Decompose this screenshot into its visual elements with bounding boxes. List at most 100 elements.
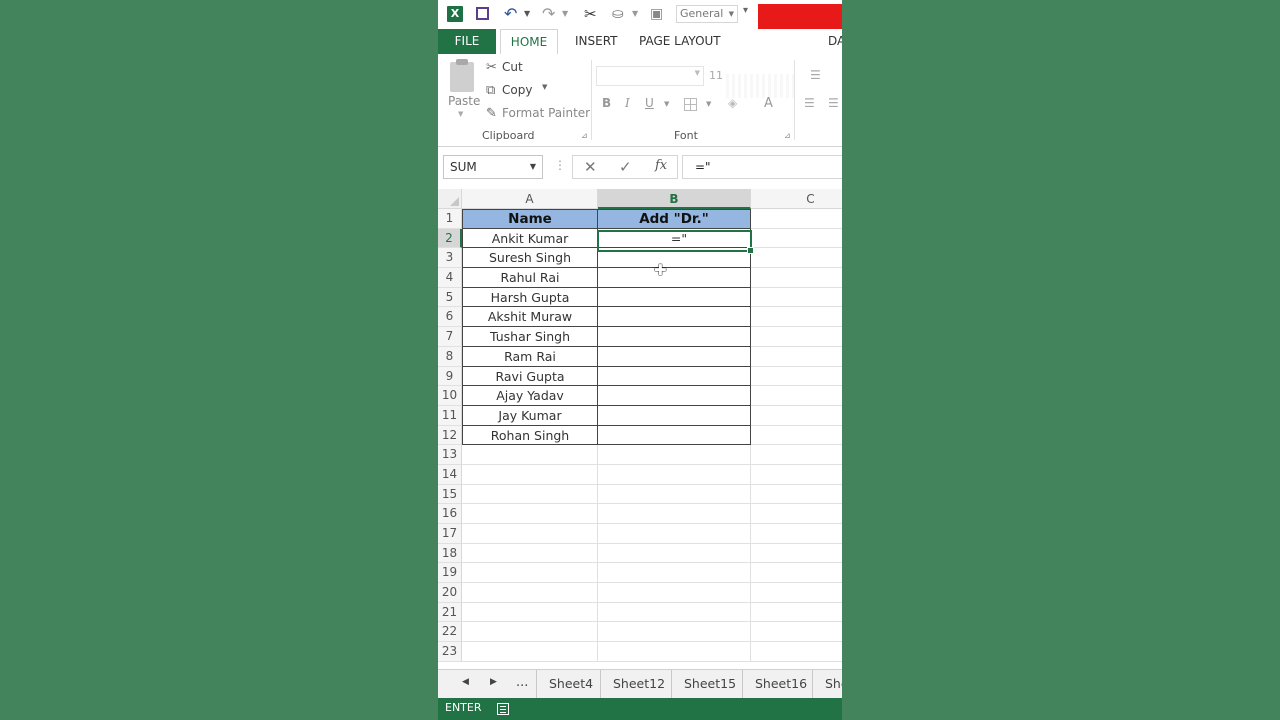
cell-b11[interactable] bbox=[598, 405, 751, 426]
row-header[interactable]: 11 bbox=[438, 405, 462, 426]
cell-b3[interactable] bbox=[598, 248, 751, 269]
column-header-a[interactable]: A bbox=[462, 189, 598, 209]
number-format-select[interactable]: General ▼ bbox=[676, 5, 738, 23]
macro-record-icon[interactable] bbox=[497, 703, 509, 715]
row-header[interactable]: 20 bbox=[438, 583, 462, 603]
cell-a11[interactable]: Jay Kumar bbox=[462, 405, 598, 426]
tab-file[interactable]: FILE bbox=[438, 29, 496, 54]
cell-b13[interactable] bbox=[598, 445, 751, 465]
cut-button[interactable]: ✂ Cut bbox=[486, 58, 523, 76]
cell-c1[interactable] bbox=[751, 209, 842, 229]
cell-b18[interactable] bbox=[598, 543, 751, 564]
underline-dropdown-icon[interactable]: ▼ bbox=[664, 100, 669, 108]
cell-a13[interactable] bbox=[462, 445, 598, 465]
drag-handle-icon[interactable]: ⋮ bbox=[554, 158, 566, 172]
cell-a20[interactable] bbox=[462, 583, 598, 603]
column-header-b[interactable]: B bbox=[598, 189, 751, 209]
row-header[interactable]: 23 bbox=[438, 642, 462, 662]
undo-dropdown-icon[interactable]: ▼ bbox=[524, 5, 530, 23]
cell-b12[interactable] bbox=[598, 425, 751, 446]
select-all-button[interactable] bbox=[438, 189, 462, 209]
cell-b19[interactable] bbox=[598, 563, 751, 584]
name-box[interactable]: SUM ▼ bbox=[443, 155, 543, 179]
cell-c12[interactable] bbox=[751, 426, 842, 446]
borders-icon[interactable] bbox=[684, 98, 697, 111]
row-header[interactable]: 18 bbox=[438, 543, 462, 564]
fill-color-icon[interactable]: ◈ bbox=[728, 96, 737, 110]
row-header[interactable]: 2 bbox=[438, 228, 462, 249]
cancel-icon[interactable]: ✕ bbox=[584, 158, 597, 176]
cell-b15[interactable] bbox=[598, 484, 751, 505]
scissors-icon[interactable]: ✂ bbox=[584, 5, 597, 23]
camera-icon[interactable]: ▣ bbox=[650, 5, 663, 23]
cell-a22[interactable] bbox=[462, 622, 598, 643]
cell-b21[interactable] bbox=[598, 602, 751, 623]
column-header-c[interactable]: C bbox=[751, 189, 842, 209]
cell-c6[interactable] bbox=[751, 307, 842, 328]
cell-a18[interactable] bbox=[462, 543, 598, 564]
cell-c18[interactable] bbox=[751, 544, 842, 564]
row-header[interactable]: 16 bbox=[438, 504, 462, 524]
font-name-select[interactable]: ▼ bbox=[596, 66, 704, 86]
cell-b16[interactable] bbox=[598, 504, 751, 524]
row-header[interactable]: 21 bbox=[438, 602, 462, 623]
cell-c21[interactable] bbox=[751, 603, 842, 623]
cell-a7[interactable]: Tushar Singh bbox=[462, 327, 598, 347]
cell-a8[interactable]: Ram Rai bbox=[462, 346, 598, 367]
cell-c4[interactable] bbox=[751, 268, 842, 288]
align-left-icon[interactable]: ☰ bbox=[804, 96, 815, 110]
cell-c16[interactable] bbox=[751, 504, 842, 524]
paint-dropdown-icon[interactable]: ▼ bbox=[632, 5, 638, 23]
cell-b23[interactable] bbox=[598, 642, 751, 662]
row-header[interactable]: 13 bbox=[438, 445, 462, 465]
row-header[interactable]: 15 bbox=[438, 484, 462, 505]
dialog-launcher-icon[interactable]: ⊿ bbox=[784, 131, 791, 140]
cell-a2[interactable]: Ankit Kumar bbox=[462, 228, 598, 249]
cell-c3[interactable] bbox=[751, 248, 842, 269]
redo-dropdown-icon[interactable]: ▼ bbox=[562, 5, 568, 23]
cell-b22[interactable] bbox=[598, 622, 751, 643]
sheet-tab[interactable]: Sheet12 bbox=[600, 670, 677, 698]
cell-a1[interactable]: Name bbox=[462, 209, 598, 229]
paste-button[interactable]: Paste bbox=[448, 94, 480, 108]
cell-a21[interactable] bbox=[462, 602, 598, 623]
copy-button[interactable]: ⧉ Copy bbox=[486, 81, 532, 99]
italic-button[interactable]: I bbox=[625, 96, 630, 110]
cell-a4[interactable]: Rahul Rai bbox=[462, 268, 598, 288]
cell-b2[interactable]: =" bbox=[598, 228, 751, 249]
cell-b9[interactable] bbox=[598, 366, 751, 387]
cell-a14[interactable] bbox=[462, 464, 598, 485]
cell-b5[interactable] bbox=[598, 287, 751, 308]
cell-a10[interactable]: Ajay Yadav bbox=[462, 386, 598, 406]
row-header[interactable]: 3 bbox=[438, 248, 462, 269]
row-header[interactable]: 22 bbox=[438, 622, 462, 643]
format-painter-button[interactable]: ✎ Format Painter bbox=[486, 104, 590, 122]
customize-toolbar-icon[interactable]: ▾ bbox=[743, 5, 748, 16]
cell-b20[interactable] bbox=[598, 583, 751, 603]
cell-c17[interactable] bbox=[751, 524, 842, 544]
tab-home[interactable]: HOME bbox=[500, 29, 558, 55]
cell-b10[interactable] bbox=[598, 386, 751, 406]
sheet-tab[interactable]: Sheet16 bbox=[742, 670, 819, 698]
sheet-tab[interactable]: Sheet15 bbox=[671, 670, 748, 698]
cell-a6[interactable]: Akshit Muraw bbox=[462, 307, 598, 328]
borders-dropdown-icon[interactable]: ▼ bbox=[706, 100, 711, 108]
row-header[interactable]: 8 bbox=[438, 346, 462, 367]
cell-a5[interactable]: Harsh Gupta bbox=[462, 287, 598, 308]
row-header[interactable]: 5 bbox=[438, 287, 462, 308]
cell-b8[interactable] bbox=[598, 346, 751, 367]
underline-button[interactable]: U bbox=[645, 96, 654, 110]
row-header[interactable]: 6 bbox=[438, 307, 462, 328]
cell-a19[interactable] bbox=[462, 563, 598, 584]
cell-a15[interactable] bbox=[462, 484, 598, 505]
row-header[interactable]: 1 bbox=[438, 209, 462, 229]
cell-b6[interactable] bbox=[598, 307, 751, 328]
row-header[interactable]: 12 bbox=[438, 425, 462, 446]
align-center-icon[interactable]: ☰ bbox=[828, 96, 839, 110]
cell-c10[interactable] bbox=[751, 386, 842, 406]
cell-c9[interactable] bbox=[751, 367, 842, 387]
tab-insert[interactable]: INSERT bbox=[575, 29, 618, 54]
cell-c11[interactable] bbox=[751, 406, 842, 426]
cell-b17[interactable] bbox=[598, 524, 751, 544]
row-header[interactable]: 14 bbox=[438, 464, 462, 485]
